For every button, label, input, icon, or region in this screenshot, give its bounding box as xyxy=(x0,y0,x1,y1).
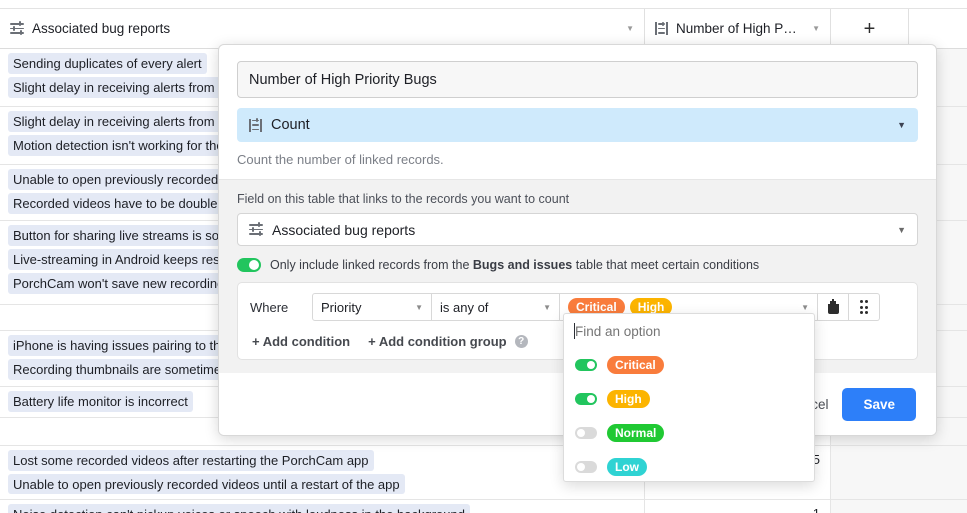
chevron-down-icon[interactable]: ▼ xyxy=(405,303,423,312)
link-field-icon xyxy=(10,21,24,36)
text-cursor xyxy=(574,323,575,339)
add-condition-group-button[interactable]: + Add condition group xyxy=(368,334,507,349)
column-header-label: Associated bug reports xyxy=(32,21,171,36)
toggle-label-prefix: Only include linked records from the xyxy=(270,258,470,272)
linked-record-chip[interactable]: Lost some recorded videos after restarti… xyxy=(8,450,374,471)
count-cell[interactable]: 1 xyxy=(645,500,831,513)
option-item-critical[interactable]: Critical xyxy=(564,348,814,382)
link-field-icon xyxy=(249,222,263,237)
linked-records-cell[interactable]: Noise detection can't pickup voices or s… xyxy=(0,500,645,513)
chevron-down-icon[interactable]: ▼ xyxy=(620,24,634,33)
linked-record-chip[interactable]: PorchCam won't save new recordings xyxy=(8,273,236,294)
add-field-button[interactable]: + xyxy=(831,9,909,48)
link-field-label: Associated bug reports xyxy=(272,221,416,238)
condition-operator-select[interactable]: is any of ▼ xyxy=(432,293,560,321)
option-label-normal: Normal xyxy=(607,424,665,442)
plus-icon: + xyxy=(863,17,876,40)
option-item-high[interactable]: High xyxy=(564,382,814,416)
option-toggle-critical[interactable] xyxy=(575,359,597,371)
condition-operator-label: is any of xyxy=(440,299,489,315)
chevron-down-icon[interactable]: ▼ xyxy=(806,24,820,33)
option-label-high: High xyxy=(607,390,650,408)
help-icon[interactable]: ? xyxy=(514,335,528,348)
toggle-label-table: Bugs and issues xyxy=(472,258,573,272)
option-label-low: Low xyxy=(607,458,647,476)
empty-gutter xyxy=(831,500,967,513)
field-type-select[interactable]: Count ▼ xyxy=(237,108,918,142)
conditions-toggle-row[interactable]: Only include linked records from the Bug… xyxy=(237,258,918,272)
modal-top-section: Count ▼ xyxy=(219,45,936,152)
empty-gutter xyxy=(831,446,967,499)
table-row[interactable]: Noise detection can't pickup voices or s… xyxy=(0,500,967,513)
option-label-critical: Critical xyxy=(607,356,664,374)
option-toggle-low[interactable] xyxy=(575,461,597,473)
add-condition-button[interactable]: + Add condition xyxy=(252,334,350,349)
chevron-down-icon[interactable]: ▼ xyxy=(897,225,906,235)
table-row[interactable]: Lost some recorded videos after restarti… xyxy=(0,446,967,500)
linked-record-chip[interactable]: Battery life monitor is incorrect xyxy=(8,391,193,412)
field-type-label: Count xyxy=(271,117,310,133)
linked-record-chip[interactable]: Sending duplicates of every alert xyxy=(8,53,207,74)
link-field-select[interactable]: Associated bug reports ▼ xyxy=(237,213,918,246)
save-button[interactable]: Save xyxy=(842,387,916,421)
linked-record-chip[interactable]: Unable to open previously recorded video… xyxy=(8,473,405,494)
grid-header-row: Associated bug reports ▼ Number of High … xyxy=(0,8,967,49)
where-label: Where xyxy=(250,299,289,315)
delete-condition-button[interactable] xyxy=(818,293,849,321)
condition-field-label: Priority xyxy=(321,299,362,315)
field-name-input[interactable] xyxy=(237,61,918,98)
drag-handle-icon xyxy=(859,300,869,314)
chevron-down-icon[interactable]: ▼ xyxy=(533,303,551,312)
conditions-toggle[interactable] xyxy=(237,258,261,272)
column-header-associated-bug-reports[interactable]: Associated bug reports ▼ xyxy=(0,9,645,48)
count-field-icon xyxy=(249,118,262,132)
linked-records-cell[interactable]: Lost some recorded videos after restarti… xyxy=(0,446,645,499)
app-root: Associated bug reports ▼ Number of High … xyxy=(0,0,967,513)
option-search-input[interactable] xyxy=(575,323,803,339)
conditions-toggle-label: Only include linked records from the Bug… xyxy=(270,258,759,272)
field-type-helper-text: Count the number of linked records. xyxy=(237,152,444,167)
column-header-number-of-high-priority-bugs[interactable]: Number of High Pri... ▼ xyxy=(645,9,831,48)
chevron-down-icon[interactable]: ▼ xyxy=(791,303,809,312)
option-picker-dropdown: Critical High Normal Low xyxy=(563,313,815,482)
option-item-normal[interactable]: Normal xyxy=(564,416,814,450)
option-toggle-high[interactable] xyxy=(575,393,597,405)
link-field-section-label: Field on this table that links to the re… xyxy=(237,192,570,206)
drag-condition-handle[interactable] xyxy=(849,293,880,321)
count-field-icon xyxy=(655,21,668,35)
chevron-down-icon[interactable]: ▼ xyxy=(897,120,906,130)
toggle-label-suffix: table that meet certain conditions xyxy=(575,258,760,272)
linked-record-chip[interactable]: Noise detection can't pickup voices or s… xyxy=(8,504,470,513)
condition-field-select[interactable]: Priority ▼ xyxy=(312,293,432,321)
option-search-row[interactable] xyxy=(564,314,814,348)
option-item-low[interactable]: Low xyxy=(564,450,814,481)
column-header-label: Number of High Pri... xyxy=(676,21,799,36)
trash-icon xyxy=(827,298,839,314)
option-toggle-normal[interactable] xyxy=(575,427,597,439)
